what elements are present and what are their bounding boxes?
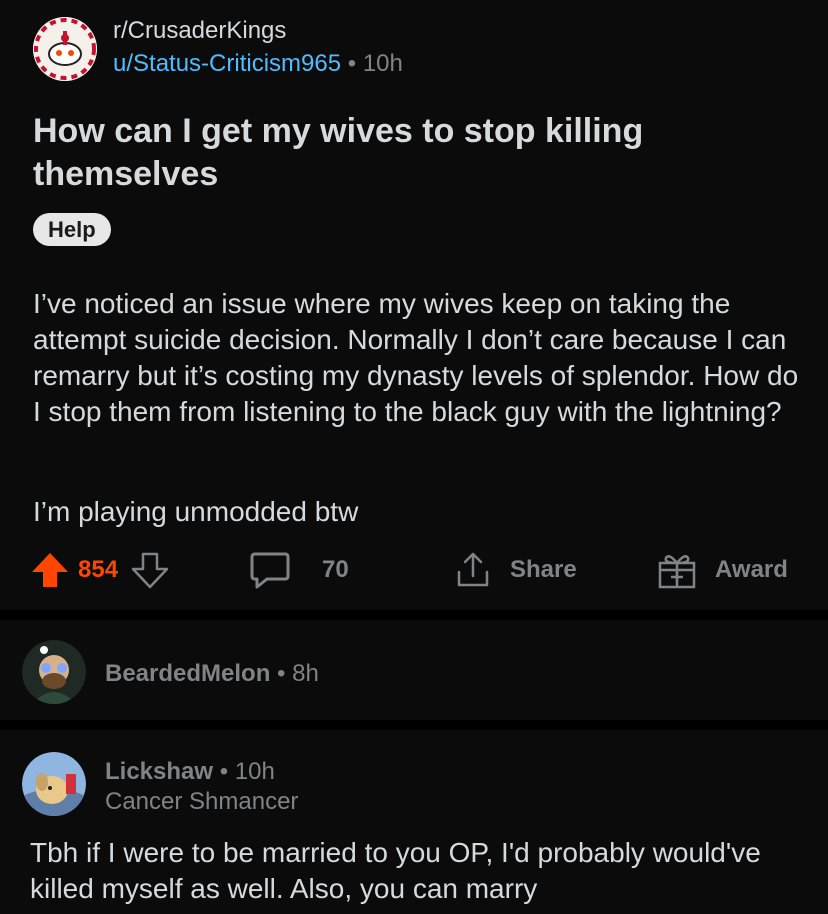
post-card: r/CrusaderKings u/Status-Criticism965 • … (0, 0, 828, 610)
upvote-count: 854 (78, 556, 119, 583)
share-icon (453, 550, 493, 590)
share-label: Share (510, 556, 577, 583)
subreddit-avatar-icon[interactable] (33, 17, 97, 81)
comment-author-line: Lickshaw • 10h (105, 758, 275, 786)
commenter-avatar[interactable] (22, 640, 86, 704)
comment-age: 8h (292, 660, 319, 687)
award-button[interactable]: Award (657, 540, 788, 600)
downvote-arrow-icon[interactable] (130, 550, 170, 590)
commenter-avatar[interactable] (22, 752, 86, 816)
comment-author-line: BeardedMelon • 8h (105, 660, 319, 688)
comment-bubble-icon (249, 549, 291, 591)
comment-author[interactable]: Lickshaw (105, 758, 213, 785)
post-body-paragraph: I’m playing unmodded btw (33, 496, 359, 527)
comment-item[interactable]: Lickshaw • 10h Cancer Shmancer Tbh if I … (0, 730, 828, 914)
meta-separator: • (347, 50, 357, 77)
post-meta: u/Status-Criticism965 • 10h (113, 50, 403, 78)
comment-author[interactable]: BeardedMelon (105, 660, 270, 687)
comment-item[interactable]: BeardedMelon • 8h (0, 620, 828, 720)
comments-button[interactable]: 70 (249, 540, 349, 600)
user-flair: Cancer Shmancer (105, 788, 299, 815)
upvote-arrow-icon[interactable] (30, 550, 70, 590)
post-title[interactable]: How can I get my wives to stop killing t… (33, 110, 793, 196)
author-link[interactable]: u/Status-Criticism965 (113, 50, 341, 77)
post-action-bar: 854 70 Share Award (0, 540, 828, 600)
share-button[interactable]: Share (453, 540, 577, 600)
post-body-paragraph: I’ve noticed an issue where my wives kee… (33, 288, 799, 427)
meta-separator: • (277, 660, 286, 687)
post-age: 10h (362, 50, 403, 77)
award-label: Award (715, 556, 788, 583)
meta-separator: • (219, 758, 229, 785)
vote-control: 854 (30, 540, 170, 600)
comment-count: 70 (322, 556, 349, 583)
comment-text: Tbh if I were to be married to you OP, I… (30, 837, 761, 904)
subreddit-name[interactable]: r/CrusaderKings (113, 17, 286, 45)
section-divider (0, 720, 828, 730)
post-flair-badge[interactable]: Help (33, 213, 111, 246)
section-divider (0, 610, 828, 620)
comment-age: 10h (234, 758, 275, 785)
gift-award-icon (657, 550, 697, 590)
